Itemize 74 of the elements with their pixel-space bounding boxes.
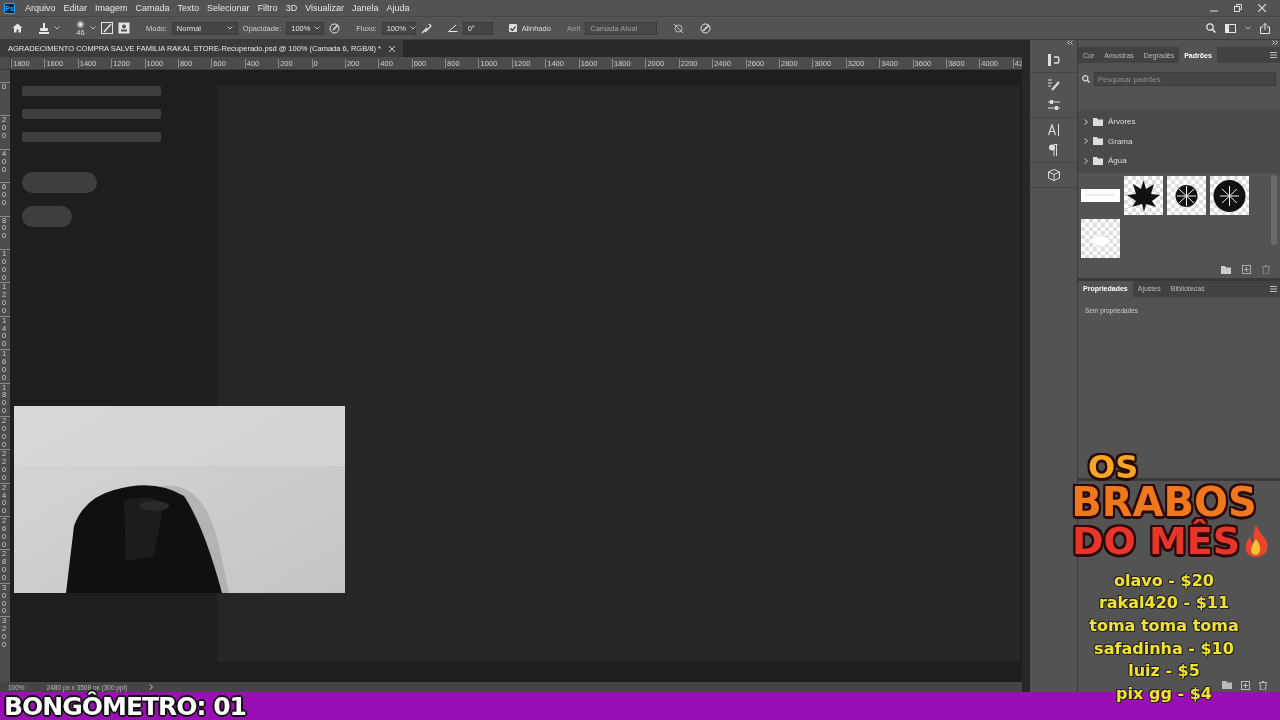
angle-icon[interactable] [447,24,458,32]
pattern-thumbnail[interactable] [1167,175,1206,215]
pressure-size-icon[interactable] [700,22,712,34]
pattern-group[interactable]: Água [1108,156,1127,166]
menu-item[interactable]: Texto [173,3,204,13]
donation-text: olavo - $20 [1114,569,1214,592]
check-icon [509,25,516,31]
cube-icon[interactable] [1047,169,1060,181]
menu-item[interactable]: Selecionar [203,3,254,13]
menu-item[interactable]: Arquivo [21,3,60,13]
stamp-icon[interactable] [39,22,49,34]
document-canvas[interactable] [217,86,1020,662]
search-icon[interactable] [1082,75,1090,83]
collapse-icon[interactable] [1067,40,1073,45]
donation-text: toma toma toma [1089,614,1239,637]
airbrush-icon[interactable] [420,22,432,34]
donation-text: safadinha - $10 [1094,637,1234,660]
history-icon[interactable] [1047,54,1060,66]
folder-icon[interactable] [1093,117,1103,126]
brush-list-icon[interactable] [1047,79,1060,91]
pattern-thumbnail[interactable] [1124,175,1163,215]
caret-icon[interactable] [1245,26,1251,30]
scrollbar[interactable] [1271,174,1277,245]
folder-icon[interactable] [1221,265,1231,274]
menu-item[interactable]: Janela [348,3,383,13]
panel-menu-icon[interactable] [1270,285,1277,292]
share-icon[interactable] [1260,22,1270,34]
menu-item[interactable]: Camada [131,3,174,13]
caret-icon[interactable] [90,26,96,30]
caret-icon[interactable] [314,26,321,30]
menu-item[interactable]: Editar [59,3,92,13]
character-icon[interactable] [1047,124,1060,136]
search-icon[interactable] [1206,23,1216,33]
menu-item[interactable]: Imagem [91,3,132,13]
pressure-icon[interactable] [329,22,341,34]
ignore-adjustment-icon[interactable] [673,22,685,34]
panel-menu-icon[interactable] [1270,52,1277,58]
title-text: OS [1088,452,1139,484]
chevron-right-icon[interactable] [1084,157,1088,164]
new-pattern-icon[interactable] [1242,265,1251,274]
chevron-right-icon[interactable] [1084,138,1088,145]
pattern-group[interactable]: Árvores [1108,117,1136,127]
menu-item[interactable]: Visualizar [301,3,348,13]
close-icon[interactable] [388,45,395,52]
new-layer-icon[interactable] [1241,680,1250,690]
aligned-checkbox[interactable] [508,24,517,32]
folder-icon[interactable] [1222,681,1232,689]
menu-item[interactable]: Filtro [253,3,282,13]
chevron-right-icon[interactable] [149,684,154,690]
caret-icon[interactable] [226,26,233,30]
close-icon[interactable] [1258,4,1266,12]
home-icon[interactable] [12,23,23,33]
expand-icon[interactable] [1272,40,1278,45]
donation-text: rakal420 - $11 [1098,592,1230,615]
adjustments-icon[interactable] [1047,99,1060,111]
placeholder-pill [22,206,72,227]
chevron-right-icon[interactable] [1084,118,1088,125]
restore-icon[interactable] [1234,4,1242,12]
caret-icon[interactable] [409,26,416,30]
brush-settings-icon[interactable] [101,22,113,34]
pattern-thumbnail[interactable] [1210,175,1249,215]
trash-icon[interactable] [1259,680,1267,690]
counter-text: BONGÔMETRO: 01 [4,691,246,720]
donation-text: pix gg - $4 [1116,682,1212,705]
menu-item[interactable]: Ajuda [382,3,414,13]
menu-item[interactable]: 3D [281,3,302,13]
pattern-group[interactable]: Grama [1108,136,1133,146]
clone-source-icon[interactable] [118,22,130,34]
caret-icon[interactable] [54,26,60,30]
paragraph-icon[interactable] [1049,144,1058,156]
workspace-icon[interactable] [1225,23,1236,33]
pattern-thumbnail[interactable] [1081,218,1120,258]
fire-icon [1244,525,1269,558]
donation-text: luiz - $5 [1128,660,1200,683]
